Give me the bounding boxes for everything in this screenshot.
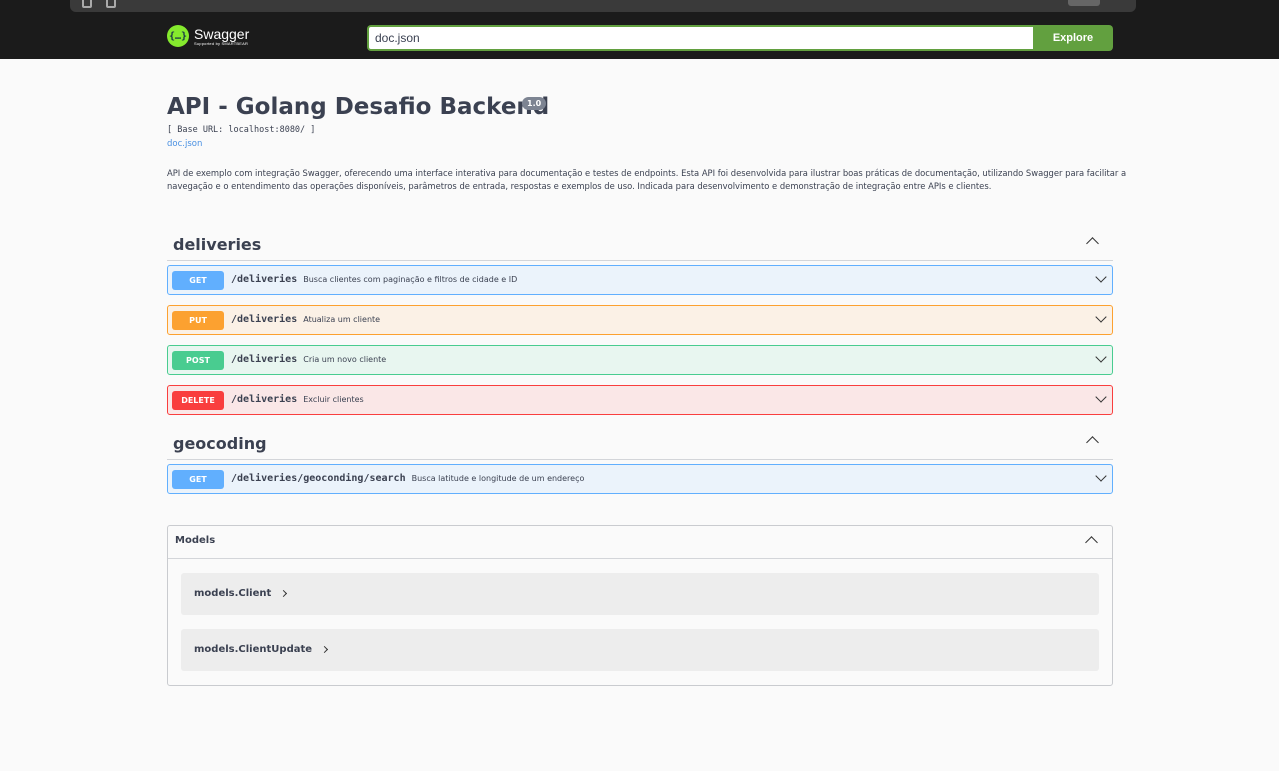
operation-summary: Cria um novo cliente — [303, 355, 387, 364]
chevron-up-icon[interactable] — [1086, 237, 1099, 250]
model-client-update[interactable]: models.ClientUpdate — [181, 629, 1099, 671]
models-header[interactable]: Models — [168, 526, 1112, 559]
model-name: models.ClientUpdate — [194, 644, 329, 655]
swagger-logo[interactable]: {…} Swagger Supported by SMARTBEAR — [167, 25, 249, 47]
browser-toolbar — [0, 0, 1279, 18]
operation-delete-deliveries[interactable]: DELETE /deliveries Excluir clientes — [167, 385, 1113, 415]
chevron-down-icon[interactable] — [1095, 271, 1107, 283]
chevron-right-icon — [280, 589, 288, 597]
logo-subtitle: Supported by SMARTBEAR — [194, 40, 249, 46]
chevron-down-icon[interactable] — [1095, 391, 1107, 403]
api-description: API de exemplo com integração Swagger, o… — [167, 168, 1127, 191]
zoom-badge — [1068, 0, 1100, 6]
operation-summary: Busca clientes com paginação e filtros d… — [303, 275, 518, 284]
section-deliveries[interactable]: deliveries — [167, 231, 1113, 261]
operation-path: /deliveries Excluir clientes — [231, 394, 364, 405]
base-url: [ Base URL: localhost:8080/ ] — [167, 125, 316, 135]
method-badge: GET — [172, 271, 224, 290]
browser-address-bar[interactable] — [70, 0, 1136, 12]
operation-path: /deliveries Cria um novo cliente — [231, 354, 387, 365]
operation-summary: Excluir clientes — [303, 395, 364, 404]
section-title: deliveries — [173, 235, 262, 254]
section-geocoding[interactable]: geocoding — [167, 430, 1113, 460]
operation-put-deliveries[interactable]: PUT /deliveries Atualiza um cliente — [167, 305, 1113, 335]
method-badge: POST — [172, 351, 224, 370]
doc-link[interactable]: doc.json — [167, 139, 202, 149]
chevron-up-icon[interactable] — [1085, 536, 1098, 549]
model-client[interactable]: models.Client — [181, 573, 1099, 615]
models-panel: Models models.Client models.ClientUpdate — [167, 525, 1113, 686]
operation-path: /deliveries Busca clientes com paginação … — [231, 274, 518, 285]
swagger-topbar: {…} Swagger Supported by SMARTBEAR doc.j… — [0, 18, 1279, 59]
operation-path: /deliveries/geoconding/search Busca latit… — [231, 473, 585, 484]
operation-post-deliveries[interactable]: POST /deliveries Cria um novo cliente — [167, 345, 1113, 375]
models-title: Models — [175, 535, 216, 546]
method-badge: GET — [172, 470, 224, 489]
shield-icon — [82, 0, 92, 8]
spec-url-input[interactable]: doc.json — [367, 25, 1034, 51]
method-badge: PUT — [172, 311, 224, 330]
operation-get-deliveries[interactable]: GET /deliveries Busca clientes com pagina… — [167, 265, 1113, 295]
chevron-down-icon[interactable] — [1095, 311, 1107, 323]
api-title: API - Golang Desafio Backend — [167, 94, 550, 120]
chevron-up-icon[interactable] — [1086, 436, 1099, 449]
lock-icon — [106, 0, 116, 8]
chevron-down-icon[interactable] — [1095, 470, 1107, 482]
model-name: models.Client — [194, 588, 288, 599]
swagger-logo-icon: {…} — [167, 25, 189, 47]
section-title: geocoding — [173, 434, 267, 453]
method-badge: DELETE — [172, 391, 224, 410]
operation-get-geocoding-search[interactable]: GET /deliveries/geoconding/search Busca l… — [167, 464, 1113, 494]
chevron-right-icon — [321, 645, 329, 653]
version-badge: 1.0 — [522, 97, 547, 110]
chevron-down-icon[interactable] — [1095, 351, 1107, 363]
operation-summary: Atualiza um cliente — [303, 315, 381, 324]
operation-summary: Busca latitude e longitude de um endereç… — [411, 474, 585, 483]
logo-name: Swagger — [194, 25, 250, 42]
explore-button[interactable]: Explore — [1033, 25, 1113, 51]
operation-path: /deliveries Atualiza um cliente — [231, 314, 381, 325]
